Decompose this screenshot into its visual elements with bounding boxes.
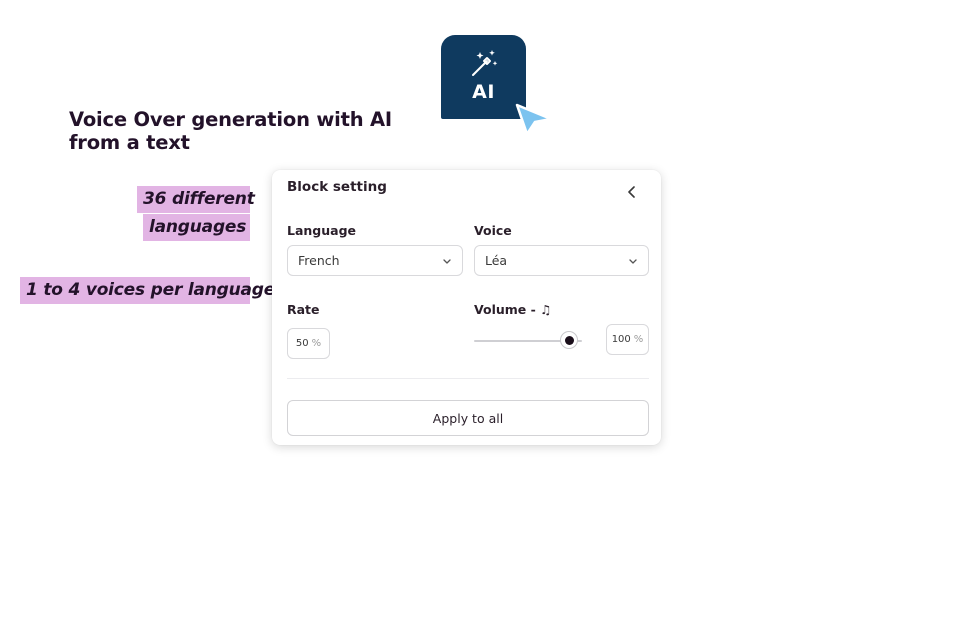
pointer-cursor-icon: [515, 103, 553, 136]
voice-select[interactable]: Léa: [474, 245, 649, 276]
divider: [287, 378, 649, 379]
volume-value: 100: [611, 334, 631, 345]
rate-unit: %: [311, 338, 322, 349]
voice-label: Voice: [474, 223, 512, 238]
apply-to-all-button[interactable]: Apply to all: [287, 400, 649, 436]
chevron-down-icon: [443, 258, 451, 264]
voices-highlight: 1 to 4 voices per language: [20, 277, 275, 304]
headline: Voice Over generation with AI from a tex…: [69, 108, 399, 154]
chevron-down-icon: [629, 258, 637, 264]
headline-line-2: from a text: [69, 131, 190, 154]
headline-line-1: Voice Over generation with AI: [69, 108, 392, 131]
volume-unit: %: [633, 334, 644, 345]
voice-value: Léa: [485, 253, 508, 268]
magic-wand-icon: [471, 50, 497, 76]
block-setting-panel: Block setting Language French Voice Léa …: [272, 170, 661, 445]
chevron-left-icon: [628, 186, 635, 198]
rate-value: 50: [295, 338, 309, 349]
volume-label: Volume - ♫: [474, 302, 552, 317]
volume-slider-thumb-dot: [564, 335, 574, 345]
language-value: French: [298, 253, 340, 268]
panel-title: Block setting: [287, 179, 387, 195]
language-select[interactable]: French: [287, 245, 463, 276]
volume-input[interactable]: 100 %: [606, 324, 649, 355]
ai-label: AI: [472, 81, 495, 103]
volume-slider-thumb[interactable]: [560, 331, 578, 349]
collapse-panel-button[interactable]: [624, 184, 640, 200]
volume-slider[interactable]: [474, 331, 582, 351]
languages-highlight-line-2: languages: [143, 214, 250, 241]
rate-label: Rate: [287, 302, 320, 317]
languages-highlight-line-1: 36 different: [137, 186, 255, 213]
rate-input[interactable]: 50 %: [287, 328, 330, 359]
language-label: Language: [287, 223, 357, 238]
